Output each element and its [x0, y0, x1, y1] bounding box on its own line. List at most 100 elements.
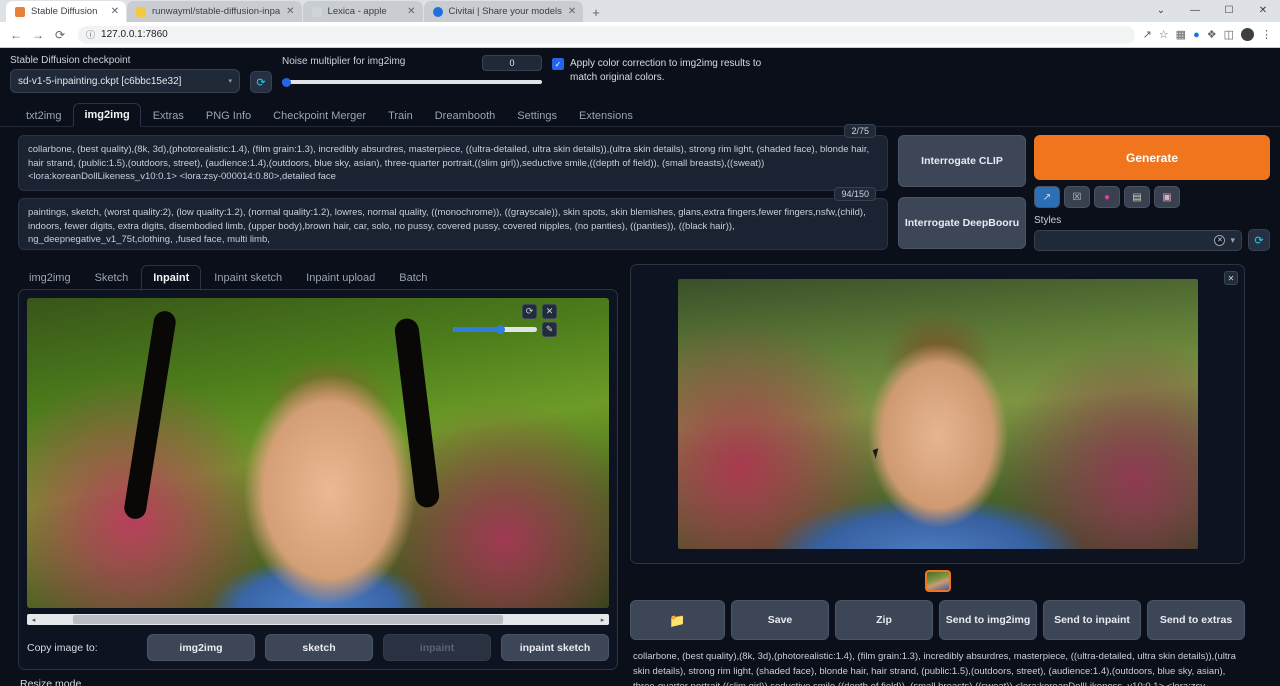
- refresh-styles-button[interactable]: ⟳: [1248, 229, 1270, 251]
- refresh-checkpoint-button[interactable]: ⟳: [250, 71, 272, 93]
- puzzle-icon[interactable]: ❖: [1207, 28, 1217, 41]
- styles-row: ✕ ▾ ⟳: [1034, 229, 1270, 251]
- tab-dreambooth[interactable]: Dreambooth: [425, 105, 506, 127]
- tab-close-icon[interactable]: ✕: [407, 7, 415, 17]
- star-icon[interactable]: ☆: [1159, 28, 1169, 41]
- copy-to-sketch-button[interactable]: sketch: [265, 634, 373, 661]
- blue-circle-icon[interactable]: ●: [1193, 29, 1200, 41]
- minimize-icon[interactable]: —: [1178, 0, 1212, 22]
- brush-size-slider[interactable]: [453, 326, 537, 333]
- styles-select[interactable]: ✕ ▾: [1034, 230, 1242, 251]
- menu-icon[interactable]: ⋮: [1261, 28, 1272, 41]
- close-icon[interactable]: ✕: [1224, 271, 1238, 285]
- browser-tab-lexica[interactable]: Lexica - apple ✕: [303, 1, 423, 22]
- chevron-down-icon[interactable]: ▾: [1230, 235, 1235, 246]
- tab-png-info[interactable]: PNG Info: [196, 105, 261, 127]
- scroll-left-icon[interactable]: ◂: [27, 616, 40, 624]
- copy-to-img2img-button[interactable]: img2img: [147, 634, 255, 661]
- noise-multiplier-value[interactable]: 0: [482, 55, 542, 71]
- scrollbar-thumb[interactable]: [73, 615, 503, 624]
- interrogate-clip-button[interactable]: Interrogate CLIP: [898, 135, 1026, 187]
- browser-tab-civitai[interactable]: Civitai | Share your models ✕: [424, 1, 584, 22]
- back-icon[interactable]: ←: [6, 28, 26, 42]
- subtab-inpaint-upload[interactable]: Inpaint upload: [295, 266, 386, 290]
- info-icon: ⓘ: [86, 28, 95, 41]
- noise-multiplier-block: Noise multiplier for img2img 0: [282, 55, 542, 86]
- trash-icon[interactable]: ☒: [1064, 186, 1090, 208]
- checkpoint-label: Stable Diffusion checkpoint: [10, 55, 240, 66]
- tab-train[interactable]: Train: [378, 105, 423, 127]
- share-icon[interactable]: ↗: [1143, 28, 1152, 41]
- img2img-left-pane: img2img Sketch Inpaint Inpaint sketch In…: [18, 264, 618, 686]
- send-to-img2img-button[interactable]: Send to img2img: [939, 600, 1037, 640]
- clear-x-icon[interactable]: ✕: [1214, 235, 1225, 246]
- new-tab-button[interactable]: +: [584, 5, 608, 22]
- open-folder-button[interactable]: 📁: [630, 600, 725, 640]
- extension-card-icon[interactable]: ▦: [1176, 28, 1186, 41]
- maximize-icon[interactable]: ☐: [1212, 0, 1246, 22]
- tab-close-icon[interactable]: ✕: [111, 7, 119, 17]
- paste-icon[interactable]: ●: [1094, 186, 1120, 208]
- save-button[interactable]: Save: [731, 600, 829, 640]
- close-window-icon[interactable]: ✕: [1246, 0, 1280, 22]
- notebook-icon[interactable]: ▤: [1124, 186, 1150, 208]
- positive-prompt-input[interactable]: collarbone, (best quality),(8k, 3d),(pho…: [18, 135, 888, 191]
- color-correction-option[interactable]: ✓ Apply color correction to img2img resu…: [552, 55, 782, 85]
- mouse-cursor-icon: [872, 448, 881, 459]
- undo-icon[interactable]: ⟳: [522, 304, 537, 319]
- negative-prompt-input[interactable]: paintings, sketch, (worst quality:2), (l…: [18, 198, 888, 250]
- result-image[interactable]: [678, 279, 1198, 549]
- address-bar-url: 127.0.0.1:7860: [101, 29, 168, 40]
- checkpoint-select[interactable]: sd-v1-5-inpainting.ckpt [c6bbc15e32] ▾: [10, 69, 240, 93]
- tab-extras[interactable]: Extras: [143, 105, 194, 127]
- tab-close-icon[interactable]: ✕: [286, 7, 294, 17]
- profile-icon[interactable]: [1241, 28, 1254, 41]
- browser-chrome: Stable Diffusion ✕ runwayml/stable-diffu…: [0, 0, 1280, 48]
- tab-txt2img[interactable]: txt2img: [16, 105, 71, 127]
- sidepanel-icon[interactable]: ◫: [1224, 28, 1234, 41]
- tab-favicon: [136, 7, 146, 17]
- zip-button[interactable]: Zip: [835, 600, 933, 640]
- tab-extensions[interactable]: Extensions: [569, 105, 643, 127]
- brush-size-icon[interactable]: ✎: [542, 322, 557, 337]
- tab-settings[interactable]: Settings: [507, 105, 567, 127]
- inpaint-canvas[interactable]: ⟳ ✕ ✎: [27, 298, 609, 608]
- result-thumbnail[interactable]: [925, 570, 951, 592]
- noise-multiplier-slider[interactable]: [282, 78, 542, 86]
- clear-x-icon[interactable]: ✕: [542, 304, 557, 319]
- subtab-inpaint-sketch[interactable]: Inpaint sketch: [203, 266, 293, 290]
- save-style-icon[interactable]: ▣: [1154, 186, 1180, 208]
- subtab-img2img[interactable]: img2img: [18, 266, 82, 290]
- send-to-inpaint-button[interactable]: Send to inpaint: [1043, 600, 1141, 640]
- browser-tab-runwayml[interactable]: runwayml/stable-diffusion-inpa ✕: [127, 1, 302, 22]
- subtab-sketch[interactable]: Sketch: [84, 266, 140, 290]
- slider-knob[interactable]: [282, 78, 291, 87]
- checkpoint-value: sd-v1-5-inpainting.ckpt [c6bbc15e32]: [18, 76, 181, 87]
- color-correction-label: Apply color correction to img2img result…: [570, 57, 782, 85]
- tab-img2img[interactable]: img2img: [73, 103, 140, 127]
- arrow-up-right-icon[interactable]: ↗: [1034, 186, 1060, 208]
- address-bar[interactable]: ⓘ 127.0.0.1:7860: [78, 26, 1135, 44]
- subtab-inpaint[interactable]: Inpaint: [141, 265, 201, 291]
- tab-search-chevron-icon[interactable]: ⌄: [1144, 0, 1178, 22]
- subtab-batch[interactable]: Batch: [388, 266, 438, 290]
- copy-to-inpaint-sketch-button[interactable]: inpaint sketch: [501, 634, 609, 661]
- canvas-tool-row: ⟳ ✕: [522, 304, 557, 319]
- color-correction-checkbox[interactable]: ✓: [552, 58, 564, 70]
- browser-omnibar: ← → ⟳ ⓘ 127.0.0.1:7860 ↗ ☆ ▦ ● ❖ ◫ ⋮: [0, 22, 1280, 48]
- send-to-extras-button[interactable]: Send to extras: [1147, 600, 1245, 640]
- forward-icon[interactable]: →: [28, 28, 48, 42]
- tab-favicon: [15, 7, 25, 17]
- generate-panel: Interrogate CLIP Interrogate DeepBooru G…: [898, 135, 1270, 257]
- canvas-horizontal-scrollbar[interactable]: ◂ ▸: [27, 614, 609, 625]
- reload-icon[interactable]: ⟳: [50, 28, 70, 42]
- tab-close-icon[interactable]: ✕: [568, 7, 576, 17]
- browser-tab-stable-diffusion[interactable]: Stable Diffusion ✕: [6, 1, 126, 22]
- slider-knob[interactable]: [496, 325, 505, 334]
- negative-prompt-wrap: 94/150 paintings, sketch, (worst quality…: [18, 198, 888, 250]
- scroll-right-icon[interactable]: ▸: [596, 616, 609, 624]
- result-card: ✕: [630, 264, 1245, 564]
- interrogate-deepbooru-button[interactable]: Interrogate DeepBooru: [898, 197, 1026, 249]
- tab-checkpoint-merger[interactable]: Checkpoint Merger: [263, 105, 376, 127]
- generate-button[interactable]: Generate: [1034, 135, 1270, 180]
